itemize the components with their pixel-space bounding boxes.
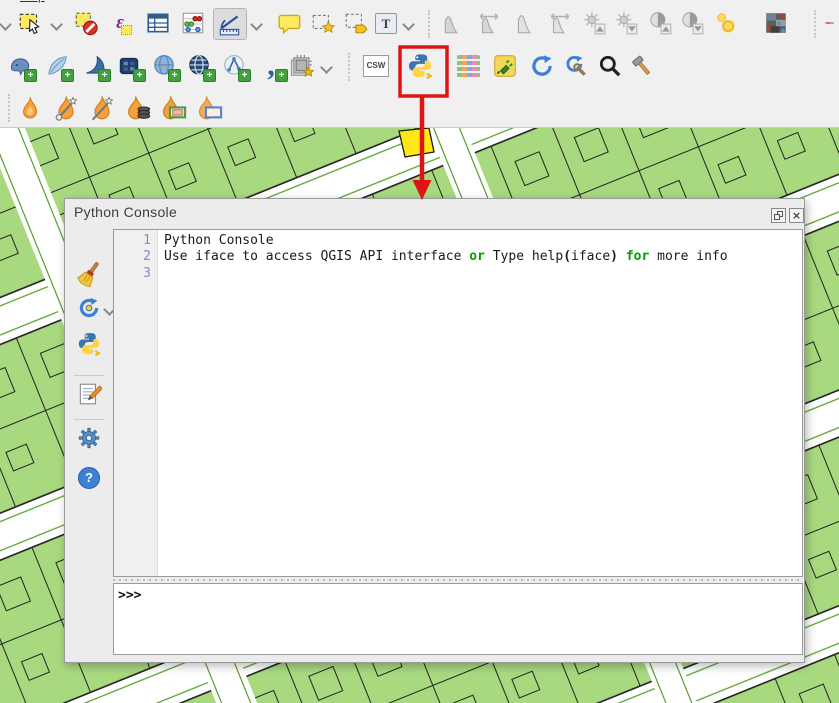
flame-green-extent-icon[interactable] bbox=[160, 94, 188, 122]
plugin-builder-icon[interactable] bbox=[562, 52, 590, 80]
close-button[interactable]: × bbox=[789, 208, 804, 223]
add-mssql-layer-icon[interactable] bbox=[80, 52, 108, 80]
separator bbox=[74, 375, 104, 376]
console-line-2: Use iface to access QGIS API interface o… bbox=[164, 249, 802, 265]
measure-dropdown-icon[interactable] bbox=[250, 18, 263, 31]
separator bbox=[348, 53, 350, 81]
console-sidebar: ? bbox=[65, 229, 113, 662]
manage-plugins-icon[interactable] bbox=[454, 52, 482, 80]
cumulative-stretch-local-icon[interactable] bbox=[512, 9, 540, 37]
flame-blue-extent-icon[interactable] bbox=[196, 94, 224, 122]
add-wcs-layer-icon[interactable] bbox=[185, 52, 213, 80]
float-window-button[interactable] bbox=[771, 208, 786, 223]
brightness-decrease-icon[interactable] bbox=[612, 9, 640, 37]
console-prompt: >>> bbox=[118, 588, 141, 603]
histogram-stretch-local-icon[interactable] bbox=[440, 9, 468, 37]
search-icon[interactable] bbox=[596, 52, 624, 80]
add-oracle-layer-icon[interactable] bbox=[115, 52, 143, 80]
layers-plugins-toolbar: , CSW bbox=[0, 50, 839, 86]
add-spatialite-layer-icon[interactable] bbox=[43, 52, 71, 80]
code-area: Python Console Use iface to access QGIS … bbox=[158, 230, 802, 576]
metasearch-csw-icon[interactable]: CSW bbox=[362, 52, 390, 80]
build-tools-icon[interactable] bbox=[628, 52, 656, 80]
cumulative-stretch-full-icon[interactable] bbox=[546, 9, 574, 37]
menu-help[interactable]: Help bbox=[20, 0, 60, 5]
line-number: 3 bbox=[114, 266, 157, 282]
python-console-window: Python Console × bbox=[64, 198, 805, 663]
console-output[interactable]: 1 2 3 Python Console Use iface to access… bbox=[113, 229, 803, 577]
partial-icon[interactable] bbox=[824, 9, 839, 37]
add-wms-layer-icon[interactable] bbox=[150, 52, 178, 80]
show-editor-icon[interactable] bbox=[76, 381, 102, 407]
add-virtual-layer-icon[interactable] bbox=[288, 52, 316, 80]
touch-glow-icon[interactable] bbox=[712, 9, 740, 37]
contrast-decrease-icon[interactable] bbox=[678, 9, 706, 37]
add-wfs-layer-icon[interactable] bbox=[220, 52, 248, 80]
run-command-icon[interactable] bbox=[76, 331, 102, 357]
select-features-icon[interactable] bbox=[16, 9, 44, 37]
clear-console-icon[interactable] bbox=[76, 261, 102, 287]
import-class-icon[interactable] bbox=[76, 295, 102, 321]
restore-icon bbox=[775, 212, 782, 219]
add-delimited-text-layer-icon[interactable]: , bbox=[257, 52, 285, 80]
qgis-window: Help ε bbox=[0, 0, 839, 703]
show-bookmarks-icon[interactable] bbox=[342, 9, 370, 37]
close-icon: × bbox=[792, 210, 801, 221]
options-icon[interactable] bbox=[76, 425, 102, 451]
separator bbox=[74, 419, 104, 420]
chevron-down-icon[interactable] bbox=[0, 18, 12, 31]
text-annotation-icon[interactable]: T bbox=[372, 9, 400, 37]
histogram-stretch-full-icon[interactable] bbox=[475, 9, 503, 37]
brightness-increase-icon[interactable] bbox=[580, 9, 608, 37]
toolbar-area: Help ε bbox=[0, 0, 839, 127]
line-number-gutter: 1 2 3 bbox=[114, 230, 158, 576]
python-console-icon[interactable] bbox=[406, 52, 434, 80]
deselect-features-icon[interactable] bbox=[72, 9, 100, 37]
separator bbox=[8, 94, 10, 122]
console-splitter[interactable] bbox=[113, 578, 803, 582]
separator bbox=[428, 10, 430, 38]
plugin-toolbar-icon[interactable] bbox=[491, 52, 519, 80]
console-input[interactable]: >>> bbox=[113, 583, 803, 655]
flame-plugin-toolbar bbox=[0, 92, 839, 126]
measure-icon[interactable] bbox=[213, 8, 247, 40]
flame-layers-icon[interactable] bbox=[124, 94, 152, 122]
attribute-table-icon[interactable] bbox=[144, 9, 172, 37]
georeferencer-icon[interactable] bbox=[762, 9, 790, 37]
add-postgis-layer-icon[interactable] bbox=[6, 52, 34, 80]
flame-icon[interactable] bbox=[16, 94, 44, 122]
map-tips-icon[interactable] bbox=[276, 9, 304, 37]
flame-wand-circle-icon[interactable] bbox=[52, 94, 80, 122]
help-icon[interactable]: ? bbox=[76, 465, 102, 491]
separator bbox=[814, 10, 816, 38]
annotation-dropdown-icon[interactable] bbox=[402, 18, 415, 31]
new-bookmark-icon[interactable] bbox=[309, 9, 337, 37]
highlighted-parcel bbox=[399, 128, 434, 157]
virtual-layer-dropdown-icon[interactable] bbox=[320, 61, 333, 74]
contrast-increase-icon[interactable] bbox=[646, 9, 674, 37]
python-console-title[interactable]: Python Console bbox=[74, 204, 177, 220]
attributes-toolbar: ε bbox=[0, 8, 839, 42]
select-by-expression-icon[interactable]: ε bbox=[106, 9, 134, 37]
console-line-3 bbox=[164, 266, 802, 282]
console-line-1: Python Console bbox=[164, 233, 802, 249]
select-dropdown-icon[interactable] bbox=[50, 18, 63, 31]
statistical-summary-icon[interactable] bbox=[179, 9, 207, 37]
line-number: 2 bbox=[114, 249, 157, 265]
plugin-reload-icon[interactable] bbox=[528, 52, 556, 80]
flame-wand-star-icon[interactable] bbox=[88, 94, 116, 122]
line-number: 1 bbox=[114, 233, 157, 249]
